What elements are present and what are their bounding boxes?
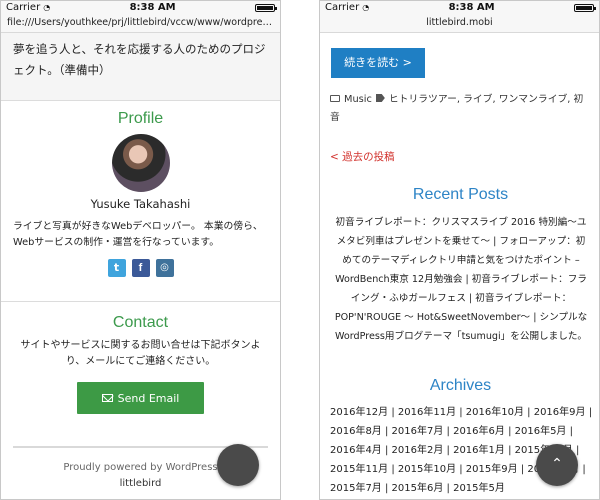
folder-icon <box>330 95 340 102</box>
wifi-icon: ◔ <box>362 3 370 12</box>
social-links: t f ◎ <box>1 259 280 277</box>
avatar <box>111 134 170 192</box>
address-bar[interactable]: file:///Users/youthkee/prj/littlebird/vc… <box>1 15 280 33</box>
carrier-label: Carrier <box>325 2 360 13</box>
site-intro: 夢を追う人と、それを応援する人のためのプロジェクト。（準備中） <box>1 33 280 101</box>
status-bar: Carrier ◔ 8:38 AM <box>1 1 280 15</box>
carrier: Carrier ◔ <box>6 1 50 15</box>
send-email-label: Send Email <box>117 391 180 405</box>
recent-posts-title: Recent Posts <box>412 186 509 203</box>
profile-bio: ライブと写真が好きなWebデベロッパー。 本業の傍ら、Webサービスの制作・運営… <box>13 221 263 248</box>
recent-posts-list[interactable]: 初音ライブレポート：クリスマスライブ 2016 特別編〜ユメタビ列車はプレゼント… <box>332 213 590 346</box>
carrier: Carrier ◔ <box>325 1 369 15</box>
left-phone-screen: Carrier ◔ 8:38 AM file:///Users/youthkee… <box>0 0 281 500</box>
clock: 8:38 AM <box>448 2 495 13</box>
profile-widget: Profile Yusuke Takahashi ライブと写真が好きなWebデベ… <box>1 101 280 302</box>
scroll-top-button[interactable]: ⌃ <box>536 444 578 486</box>
scroll-top-button[interactable] <box>217 444 259 486</box>
status-bar: Carrier ◔ 8:38 AM <box>320 1 599 15</box>
profile-name: Yusuke Takahashi <box>90 197 191 211</box>
contact-widget: Contact サイトやサービスに関するお問い合せは下記ボタンより、メールにてご… <box>1 302 280 446</box>
read-more-button[interactable]: 続きを読む > <box>331 48 425 78</box>
battery-icon <box>573 4 596 12</box>
address-bar[interactable]: littlebird.mobi <box>320 15 599 33</box>
category-link[interactable]: Music <box>344 94 372 105</box>
right-phone-screen: Carrier ◔ 8:38 AM littlebird.mobi 続きを読む … <box>319 0 600 500</box>
twitter-icon[interactable]: t <box>107 259 126 277</box>
battery-icon <box>254 4 277 12</box>
contact-text: サイトやサービスに関するお問い合せは下記ボタンより、メールにてご連絡ください。 <box>20 340 261 367</box>
clock: 8:38 AM <box>129 2 176 13</box>
contact-title: Contact <box>112 314 169 331</box>
profile-title: Profile <box>117 110 164 127</box>
send-email-button[interactable]: Send Email <box>77 382 204 414</box>
tag-icon <box>375 94 385 102</box>
carrier-label: Carrier <box>6 2 41 13</box>
instagram-icon[interactable]: ◎ <box>155 259 174 277</box>
wifi-icon: ◔ <box>43 3 51 12</box>
facebook-icon[interactable]: f <box>131 259 150 277</box>
post-meta: Music ヒトリラツアー, ライブ, ワンマンライブ, 初音 <box>330 91 592 127</box>
older-posts-link[interactable]: < 過去の投稿 <box>330 149 395 164</box>
chevron-up-icon: ⌃ <box>551 456 563 472</box>
mail-icon <box>101 394 113 402</box>
archives-title: Archives <box>429 377 492 394</box>
